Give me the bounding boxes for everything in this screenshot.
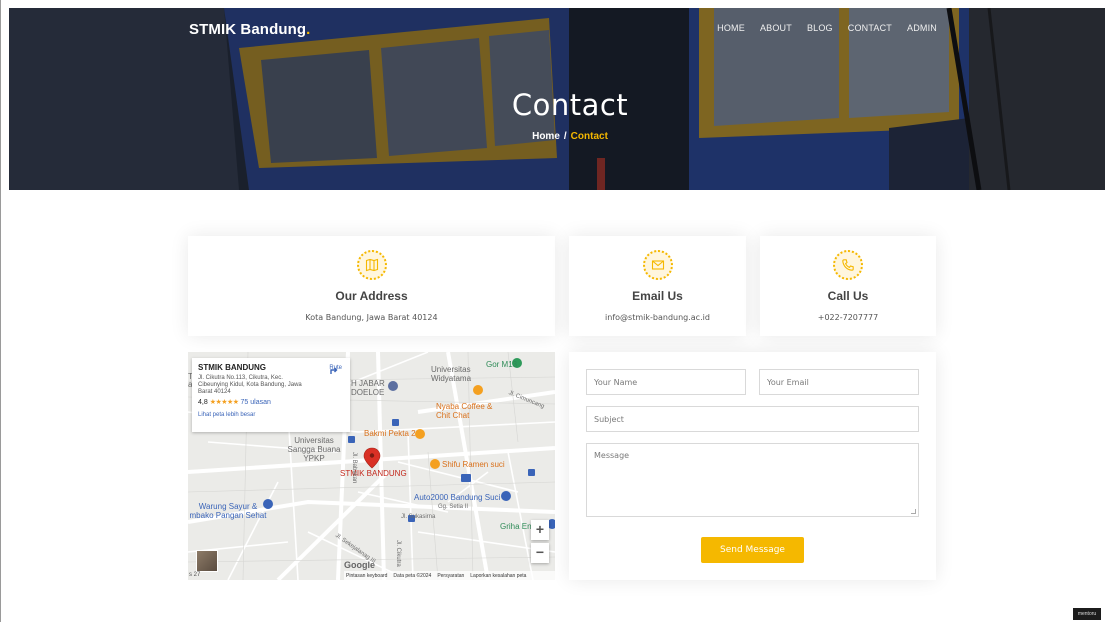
nav-contact[interactable]: CONTACT [848, 23, 892, 33]
map-attribution: Pintasan keyboard Data peta ©2024 Persya… [344, 571, 555, 580]
name-input[interactable]: Your Name [586, 369, 746, 395]
zoom-in-button[interactable]: + [531, 520, 549, 540]
email-title: Email Us [632, 289, 683, 303]
hero-banner: STMIK Bandung. HOME ABOUT BLOG CONTACT A… [9, 8, 1105, 190]
street-view-thumbnail[interactable] [196, 550, 218, 572]
breadcrumb: Home / Contact [532, 131, 608, 142]
email-input[interactable]: Your Email [759, 369, 919, 395]
nav-home[interactable]: HOME [717, 23, 745, 33]
envelope-icon [642, 250, 673, 280]
report-error-link[interactable]: Laporkan kesalahan peta [470, 573, 526, 579]
resize-handle[interactable] [911, 509, 916, 514]
directions-icon [330, 367, 338, 374]
nav-about[interactable]: ABOUT [760, 23, 792, 33]
email-text[interactable]: info@stmik-bandung.ac.id [569, 313, 746, 322]
terms-link[interactable]: Persyaratan [437, 573, 464, 579]
page-title: Contact [511, 88, 629, 122]
page: STMIK Bandung. HOME ABOUT BLOG CONTACT A… [0, 0, 1105, 622]
email-box: Email Us info@stmik-bandung.ac.id [569, 236, 746, 336]
route-button[interactable]: Rute [329, 365, 342, 374]
nav-blog[interactable]: BLOG [807, 23, 833, 33]
main-nav: HOME ABOUT BLOG CONTACT ADMIN [717, 23, 937, 33]
place-rating: 4,8 ★★★★★ 75 ulasan [198, 399, 271, 406]
reviews-link[interactable]: 75 ulasan [241, 399, 271, 406]
nav-admin[interactable]: ADMIN [907, 23, 937, 33]
phone-icon [833, 250, 863, 280]
map-icon [356, 250, 387, 280]
send-message-button[interactable]: Send Message [701, 537, 804, 563]
address-title: Our Address [335, 289, 408, 303]
breadcrumb-home[interactable]: Home [532, 131, 560, 142]
larger-map-link[interactable]: Lihat peta lebih besar [198, 412, 344, 418]
contact-form: Your Name Your Email Subject Message Sen… [569, 352, 936, 580]
phone-text[interactable]: +022-7207777 [760, 313, 936, 322]
keyboard-shortcuts-link[interactable]: Pintasan keyboard [346, 573, 387, 579]
map-scale: s 27 [189, 572, 201, 578]
brand-logo[interactable]: STMIK Bandung. [189, 21, 310, 38]
phone-title: Call Us [827, 289, 869, 303]
address-text: Kota Bandung, Jawa Barat 40124 [305, 313, 438, 322]
address-box: Our Address Kota Bandung, Jawa Barat 401… [188, 236, 555, 336]
google-map[interactable]: Universitas Widyatama Gor M13 H JABAR DO… [188, 352, 555, 580]
breadcrumb-current: Contact [570, 131, 608, 142]
place-name: STMIK BANDUNG [198, 363, 266, 372]
place-card: STMIK BANDUNG Jl. Cikutra No.113, Cikutr… [192, 358, 350, 432]
star-icon: ★★★★★ [209, 399, 239, 406]
message-textarea[interactable]: Message [586, 443, 919, 517]
corner-badge: mentoru [1073, 608, 1101, 620]
google-logo: Google [344, 560, 375, 570]
zoom-out-button[interactable]: − [531, 543, 549, 563]
subject-input[interactable]: Subject [586, 406, 919, 432]
place-address: Jl. Cikutra No.113, Cikutra, Kec. Cibeun… [198, 375, 302, 395]
phone-box: Call Us +022-7207777 [760, 236, 936, 336]
